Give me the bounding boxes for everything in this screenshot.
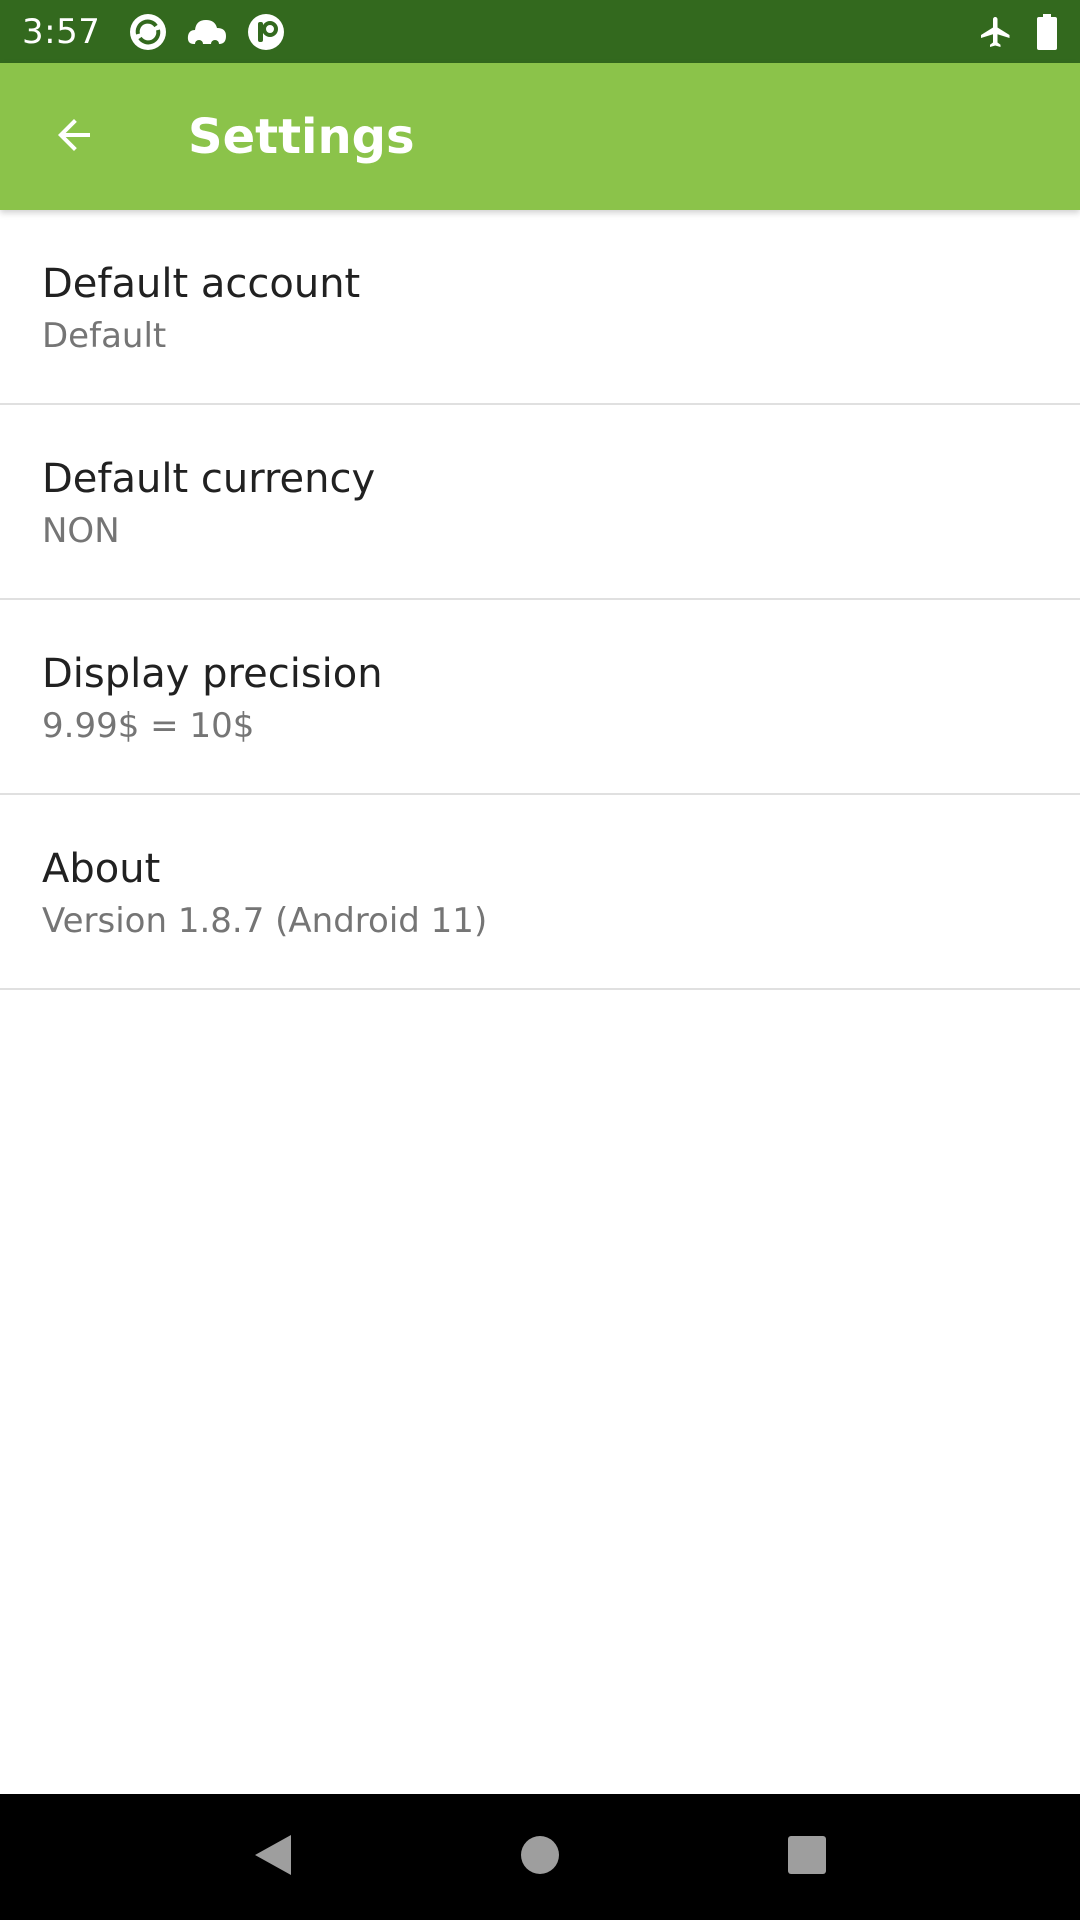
setting-title: Default currency <box>42 456 376 502</box>
setting-default-currency[interactable]: Default currency NON <box>0 405 1080 600</box>
arrow-back-icon <box>50 111 98 163</box>
setting-summary: Version 1.8.7 (Android 11) <box>42 901 488 941</box>
setting-title: Display precision <box>42 651 383 697</box>
setting-title: Default account <box>42 261 361 307</box>
nav-home-button[interactable] <box>480 1797 600 1917</box>
setting-default-account[interactable]: Default account Default <box>0 210 1080 405</box>
setting-summary: NON <box>42 511 120 551</box>
settings-list: Default account Default Default currency… <box>0 210 1080 990</box>
status-time: 3:57 <box>22 11 101 52</box>
sync-icon <box>128 12 168 52</box>
battery-icon <box>1036 13 1058 50</box>
app-notification-icon <box>246 12 286 52</box>
nav-back-button[interactable] <box>213 1797 333 1917</box>
nav-recents-button[interactable] <box>747 1797 867 1917</box>
status-system-icons <box>978 13 1058 50</box>
home-circle-icon <box>519 1834 561 1880</box>
setting-summary: Default <box>42 316 167 356</box>
recents-square-icon <box>786 1834 828 1880</box>
page-title: Settings <box>188 108 415 165</box>
back-triangle-icon <box>251 1831 295 1883</box>
airplane-mode-icon <box>978 14 1014 50</box>
status-bar: 3:57 <box>0 0 1080 63</box>
back-button[interactable] <box>0 63 148 210</box>
setting-title: About <box>42 846 161 892</box>
cloud-icon <box>186 14 228 50</box>
setting-summary: 9.99$ = 10$ <box>42 706 255 746</box>
navigation-bar <box>0 1794 1080 1920</box>
app-bar: Settings <box>0 63 1080 210</box>
status-notification-icons <box>128 12 286 52</box>
setting-display-precision[interactable]: Display precision 9.99$ = 10$ <box>0 600 1080 795</box>
setting-about[interactable]: About Version 1.8.7 (Android 11) <box>0 795 1080 990</box>
